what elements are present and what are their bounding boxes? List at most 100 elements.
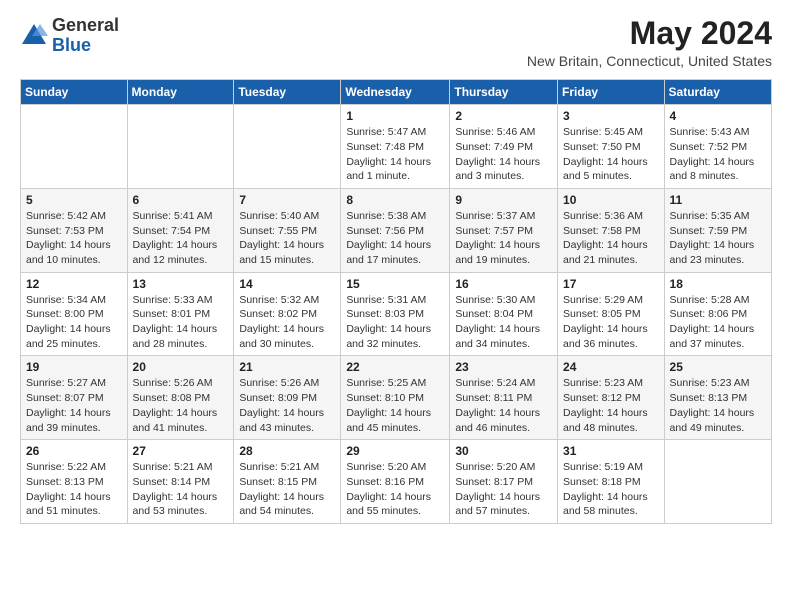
day-number: 6: [133, 193, 229, 207]
table-row: 13 Sunrise: 5:33 AMSunset: 8:01 PMDayligh…: [127, 272, 234, 356]
logo: General Blue: [20, 16, 119, 56]
location-label: New Britain, Connecticut, United States: [527, 53, 772, 69]
day-number: 21: [239, 360, 335, 374]
day-info: Sunrise: 5:23 AMSunset: 8:12 PMDaylight:…: [563, 376, 659, 435]
header: General Blue May 2024 New Britain, Conne…: [20, 16, 772, 69]
calendar-table: Sunday Monday Tuesday Wednesday Thursday…: [20, 79, 772, 524]
day-number: 1: [346, 109, 444, 123]
day-number: 2: [455, 109, 552, 123]
table-row: 27 Sunrise: 5:21 AMSunset: 8:14 PMDayligh…: [127, 440, 234, 524]
table-row: 26Sunrise: 5:22 AMSunset: 8:13 PMDayligh…: [21, 440, 128, 524]
day-info: Sunrise: 5:46 AMSunset: 7:49 PMDaylight:…: [455, 125, 552, 184]
day-info: Sunrise: 5:45 AMSunset: 7:50 PMDaylight:…: [563, 125, 659, 184]
table-row: 5 Sunrise: 5:42 AMSunset: 7:53 PMDaylight…: [21, 188, 128, 272]
day-info: Sunrise: 5:25 AMSunset: 8:10 PMDaylight:…: [346, 376, 444, 435]
day-info: Sunrise: 5:43 AMSunset: 7:52 PMDaylight:…: [670, 125, 766, 184]
table-row: [127, 105, 234, 189]
table-row: 1 Sunrise: 5:47 AMSunset: 7:48 PMDaylight…: [341, 105, 450, 189]
day-info: Sunrise: 5:20 AMSunset: 8:17 PMDaylight:…: [455, 460, 552, 519]
table-row: 6Sunrise: 5:41 AMSunset: 7:54 PMDaylight…: [127, 188, 234, 272]
col-monday: Monday: [127, 80, 234, 105]
logo-blue-label: Blue: [52, 36, 119, 56]
table-row: 24 Sunrise: 5:23 AMSunset: 8:12 PMDayligh…: [558, 356, 665, 440]
day-info: Sunrise: 5:47 AMSunset: 7:48 PMDaylight:…: [346, 125, 444, 184]
calendar-week-row: 1 Sunrise: 5:47 AMSunset: 7:48 PMDaylight…: [21, 105, 772, 189]
table-row: 28Sunrise: 5:21 AMSunset: 8:15 PMDayligh…: [234, 440, 341, 524]
day-info: Sunrise: 5:31 AMSunset: 8:03 PMDaylight:…: [346, 293, 444, 352]
day-info: Sunrise: 5:33 AMSunset: 8:01 PMDaylight:…: [133, 293, 229, 352]
month-year-title: May 2024: [527, 16, 772, 51]
day-number: 7: [239, 193, 335, 207]
day-info: Sunrise: 5:34 AMSunset: 8:00 PMDaylight:…: [26, 293, 122, 352]
calendar-header-row: Sunday Monday Tuesday Wednesday Thursday…: [21, 80, 772, 105]
table-row: [21, 105, 128, 189]
day-number: 13: [133, 277, 229, 291]
day-number: 8: [346, 193, 444, 207]
day-number: 16: [455, 277, 552, 291]
day-info: Sunrise: 5:26 AMSunset: 8:09 PMDaylight:…: [239, 376, 335, 435]
col-friday: Friday: [558, 80, 665, 105]
day-number: 12: [26, 277, 122, 291]
title-block: May 2024 New Britain, Connecticut, Unite…: [527, 16, 772, 69]
table-row: 25Sunrise: 5:23 AMSunset: 8:13 PMDayligh…: [664, 356, 771, 440]
day-info: Sunrise: 5:37 AMSunset: 7:57 PMDaylight:…: [455, 209, 552, 268]
day-number: 30: [455, 444, 552, 458]
calendar-week-row: 19Sunrise: 5:27 AMSunset: 8:07 PMDayligh…: [21, 356, 772, 440]
day-number: 10: [563, 193, 659, 207]
calendar-week-row: 26Sunrise: 5:22 AMSunset: 8:13 PMDayligh…: [21, 440, 772, 524]
table-row: 15 Sunrise: 5:31 AMSunset: 8:03 PMDayligh…: [341, 272, 450, 356]
day-number: 25: [670, 360, 766, 374]
calendar-week-row: 5 Sunrise: 5:42 AMSunset: 7:53 PMDaylight…: [21, 188, 772, 272]
table-row: 19Sunrise: 5:27 AMSunset: 8:07 PMDayligh…: [21, 356, 128, 440]
table-row: [234, 105, 341, 189]
day-info: Sunrise: 5:28 AMSunset: 8:06 PMDaylight:…: [670, 293, 766, 352]
day-number: 26: [26, 444, 122, 458]
table-row: 14 Sunrise: 5:32 AMSunset: 8:02 PMDayligh…: [234, 272, 341, 356]
table-row: 8 Sunrise: 5:38 AMSunset: 7:56 PMDaylight…: [341, 188, 450, 272]
col-wednesday: Wednesday: [341, 80, 450, 105]
day-info: Sunrise: 5:32 AMSunset: 8:02 PMDaylight:…: [239, 293, 335, 352]
day-number: 15: [346, 277, 444, 291]
day-number: 18: [670, 277, 766, 291]
table-row: 20Sunrise: 5:26 AMSunset: 8:08 PMDayligh…: [127, 356, 234, 440]
day-number: 9: [455, 193, 552, 207]
logo-general-label: General: [52, 16, 119, 36]
col-saturday: Saturday: [664, 80, 771, 105]
day-number: 29: [346, 444, 444, 458]
col-tuesday: Tuesday: [234, 80, 341, 105]
day-number: 24: [563, 360, 659, 374]
day-number: 4: [670, 109, 766, 123]
day-info: Sunrise: 5:42 AMSunset: 7:53 PMDaylight:…: [26, 209, 122, 268]
day-number: 11: [670, 193, 766, 207]
day-number: 28: [239, 444, 335, 458]
day-info: Sunrise: 5:20 AMSunset: 8:16 PMDaylight:…: [346, 460, 444, 519]
table-row: 17 Sunrise: 5:29 AMSunset: 8:05 PMDayligh…: [558, 272, 665, 356]
day-info: Sunrise: 5:29 AMSunset: 8:05 PMDaylight:…: [563, 293, 659, 352]
logo-icon: [20, 22, 48, 50]
day-info: Sunrise: 5:24 AMSunset: 8:11 PMDaylight:…: [455, 376, 552, 435]
table-row: 23Sunrise: 5:24 AMSunset: 8:11 PMDayligh…: [450, 356, 558, 440]
table-row: 4 Sunrise: 5:43 AMSunset: 7:52 PMDaylight…: [664, 105, 771, 189]
day-info: Sunrise: 5:38 AMSunset: 7:56 PMDaylight:…: [346, 209, 444, 268]
day-info: Sunrise: 5:21 AMSunset: 8:14 PMDaylight:…: [133, 460, 229, 519]
day-number: 17: [563, 277, 659, 291]
day-info: Sunrise: 5:19 AMSunset: 8:18 PMDaylight:…: [563, 460, 659, 519]
calendar-week-row: 12 Sunrise: 5:34 AMSunset: 8:00 PMDayligh…: [21, 272, 772, 356]
table-row: 31Sunrise: 5:19 AMSunset: 8:18 PMDayligh…: [558, 440, 665, 524]
table-row: 21 Sunrise: 5:26 AMSunset: 8:09 PMDayligh…: [234, 356, 341, 440]
day-info: Sunrise: 5:36 AMSunset: 7:58 PMDaylight:…: [563, 209, 659, 268]
day-number: 27: [133, 444, 229, 458]
table-row: 16Sunrise: 5:30 AMSunset: 8:04 PMDayligh…: [450, 272, 558, 356]
day-number: 3: [563, 109, 659, 123]
table-row: 3 Sunrise: 5:45 AMSunset: 7:50 PMDaylight…: [558, 105, 665, 189]
calendar-page: General Blue May 2024 New Britain, Conne…: [0, 0, 792, 612]
day-number: 14: [239, 277, 335, 291]
col-thursday: Thursday: [450, 80, 558, 105]
table-row: 12 Sunrise: 5:34 AMSunset: 8:00 PMDayligh…: [21, 272, 128, 356]
day-info: Sunrise: 5:35 AMSunset: 7:59 PMDaylight:…: [670, 209, 766, 268]
table-row: [664, 440, 771, 524]
table-row: 29 Sunrise: 5:20 AMSunset: 8:16 PMDayligh…: [341, 440, 450, 524]
table-row: 9 Sunrise: 5:37 AMSunset: 7:57 PMDaylight…: [450, 188, 558, 272]
day-info: Sunrise: 5:26 AMSunset: 8:08 PMDaylight:…: [133, 376, 229, 435]
day-number: 5: [26, 193, 122, 207]
